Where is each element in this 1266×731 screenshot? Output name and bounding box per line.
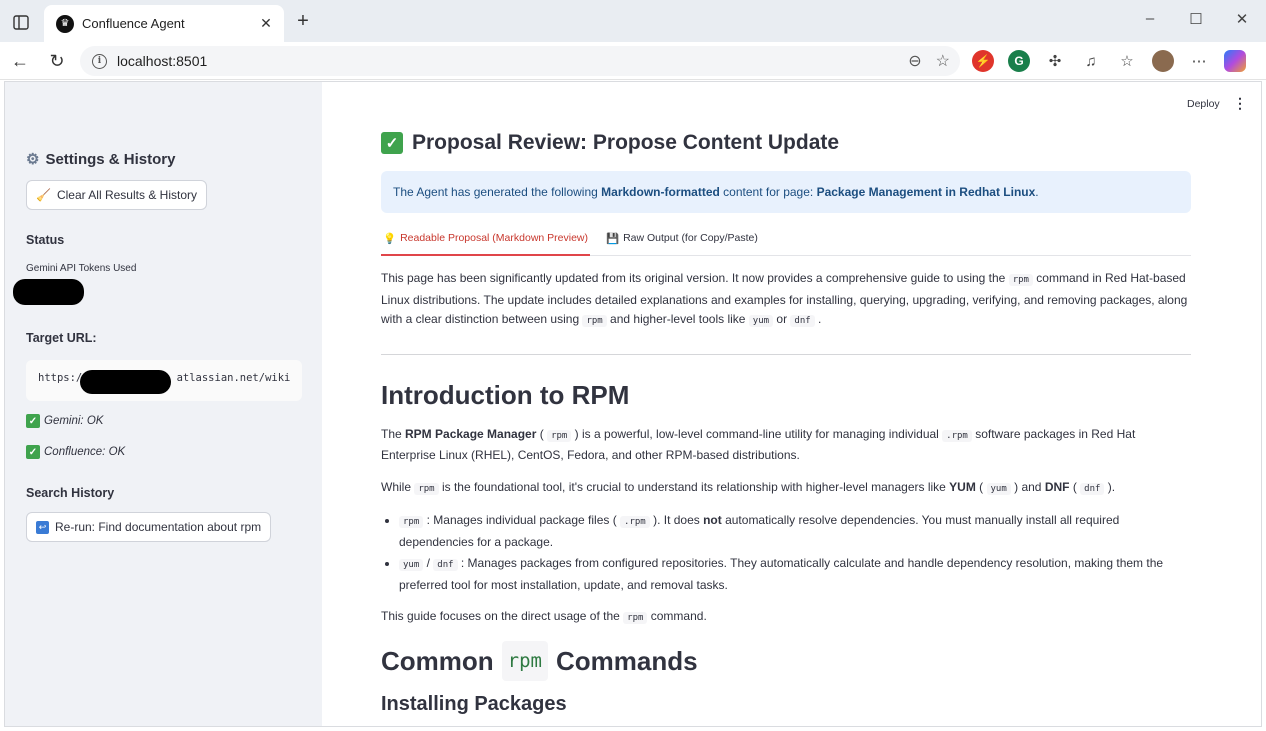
close-icon[interactable]: ✕	[258, 15, 274, 32]
back-icon[interactable]: ←	[8, 50, 32, 72]
favorites-icon[interactable]: ☆	[1116, 50, 1138, 72]
maximize-icon[interactable]: ☐	[1186, 10, 1206, 28]
reload-icon[interactable]: ↻	[45, 50, 69, 72]
url-input[interactable]: i localhost:8501 ⊖ ☆	[80, 46, 960, 76]
redacted-url-part	[80, 370, 171, 394]
relationship-paragraph: While rpm is the foundational tool, it's…	[381, 479, 1116, 495]
more-icon[interactable]: ⋯	[1188, 50, 1210, 72]
check-icon: ✓	[381, 132, 403, 154]
rerun-icon: ↩	[36, 520, 49, 534]
rpm-intro-paragraph: The RPM Package Manager ( rpm ) is a pow…	[381, 426, 1136, 463]
page-viewport: ⚙ Settings & History 🧹 Clear All Results…	[4, 81, 1262, 727]
extension-red-icon[interactable]: ⚡	[972, 50, 994, 72]
info-icon[interactable]: i	[92, 53, 107, 69]
sidebar: ⚙ Settings & History 🧹 Clear All Results…	[5, 82, 322, 726]
proposal-tabs: 💡 Readable Proposal (Markdown Preview) 💾…	[381, 230, 1191, 256]
grammarly-icon[interactable]: G	[1008, 50, 1030, 72]
heading-common-commands: Common rpm Commands	[381, 640, 1191, 681]
url-text: localhost:8501	[117, 53, 208, 69]
tools-list: rpm : Manages individual package files (…	[399, 511, 1191, 595]
window-close-icon[interactable]: ✕	[1232, 10, 1252, 28]
floppy-icon: 💾	[606, 233, 620, 245]
info-banner: The Agent has generated the following Ma…	[381, 171, 1191, 213]
tab-raw-output[interactable]: 💾 Raw Output (for Copy/Paste)	[604, 230, 760, 256]
bulb-icon: 💡	[383, 233, 397, 245]
check-icon: ✓	[26, 445, 40, 459]
redacted-token-count	[13, 279, 84, 305]
zoom-icon[interactable]: ⊖	[908, 51, 921, 71]
tab-actions-icon[interactable]	[10, 12, 32, 32]
puzzle-icon[interactable]: ✣	[1044, 50, 1066, 72]
clear-history-button[interactable]: 🧹 Clear All Results & History	[26, 180, 207, 210]
list-item: yum / dnf : Manages packages from config…	[399, 554, 1191, 595]
minimize-icon[interactable]: –	[1140, 10, 1160, 27]
list-item: rpm : Manages individual package files (…	[399, 511, 1191, 552]
kebab-icon[interactable]: ⋮	[1233, 95, 1247, 112]
tokens-label: Gemini API Tokens Used	[26, 263, 137, 274]
plus-icon[interactable]: +	[292, 11, 314, 33]
intro-paragraph: This page has been significantly updated…	[381, 271, 1188, 327]
confluence-status: ✓ Confluence: OK	[26, 445, 125, 459]
broom-icon: 🧹	[36, 188, 51, 202]
gemini-status: ✓ Gemini: OK	[26, 414, 103, 428]
profile-avatar[interactable]	[1152, 50, 1174, 72]
search-history-heading: Search History	[26, 486, 115, 500]
crown-icon: ♛	[56, 14, 74, 33]
check-icon: ✓	[26, 414, 40, 428]
page-title: ✓ Proposal Review: Propose Content Updat…	[381, 131, 839, 155]
media-icon[interactable]: ♫	[1080, 50, 1102, 72]
heading-installing-packages: Installing Packages	[381, 692, 567, 715]
deploy-button[interactable]: Deploy	[1187, 98, 1220, 110]
browser-tab-bar: ♛ Confluence Agent ✕ + – ☐ ✕	[0, 0, 1266, 42]
guide-focus-paragraph: This guide focuses on the direct usage o…	[381, 609, 707, 624]
heading-introduction: Introduction to RPM	[381, 379, 630, 410]
address-bar-row: ← ↻ i localhost:8501 ⊖ ☆ ⚡ G ✣ ♫ ☆ ⋯	[0, 42, 1266, 80]
sidebar-heading: ⚙ Settings & History	[26, 150, 176, 169]
status-heading: Status	[26, 233, 65, 247]
tab-readable-proposal[interactable]: 💡 Readable Proposal (Markdown Preview)	[381, 230, 590, 256]
proposal-content: This page has been significantly updated…	[381, 269, 1191, 714]
browser-tab[interactable]: ♛ Confluence Agent ✕	[44, 5, 284, 42]
target-url-label: Target URL:	[26, 331, 97, 345]
tab-title: Confluence Agent	[82, 16, 185, 31]
gear-icon: ⚙	[26, 151, 40, 168]
divider	[381, 353, 1191, 355]
copilot-icon[interactable]	[1224, 50, 1246, 72]
history-rerun-button[interactable]: ↩ Re-run: Find documentation about rpm	[26, 512, 272, 542]
star-icon[interactable]: ☆	[936, 51, 950, 71]
